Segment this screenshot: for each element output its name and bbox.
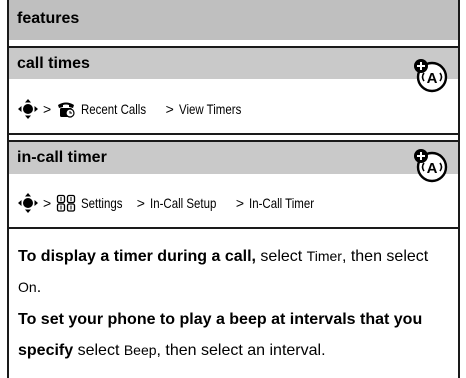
network-feature-icon: A bbox=[414, 149, 448, 183]
path-separator: > bbox=[43, 195, 52, 211]
body-text: , then select an interval. bbox=[156, 342, 326, 359]
recent-calls-icon bbox=[58, 102, 75, 118]
table-header: features bbox=[9, 0, 458, 40]
body-text: select bbox=[255, 248, 307, 265]
header-title: features bbox=[17, 10, 80, 27]
section-divider bbox=[9, 133, 458, 135]
network-feature-icon: A bbox=[414, 59, 448, 93]
paragraph-display-timer: To display a timer during a call, select… bbox=[18, 241, 454, 303]
body-text: , then select bbox=[341, 248, 429, 265]
features-table: features call times A > Recent Calls > V… bbox=[7, 0, 460, 378]
section-title: call times bbox=[17, 55, 90, 72]
menu-option-beep: Beep bbox=[123, 342, 157, 358]
path-separator: > bbox=[165, 101, 174, 117]
path-item-in-call-timer: In-Call Timer bbox=[249, 195, 315, 211]
section-divider bbox=[9, 227, 458, 229]
menu-option-timer: Timer bbox=[306, 248, 342, 264]
path-separator: > bbox=[235, 195, 245, 211]
settings-icon bbox=[57, 194, 76, 212]
path-item-recent-calls: Recent Calls bbox=[81, 101, 147, 117]
lead-in: To display a timer during a call, bbox=[18, 248, 256, 265]
paragraph-beep-interval: To set your phone to play a beep at inte… bbox=[18, 305, 454, 366]
nav-key-icon bbox=[18, 193, 38, 213]
section-header-call-times: call times bbox=[9, 46, 458, 79]
body-text: . bbox=[36, 279, 42, 296]
menu-path: > Settings > In-Call Setup > In-Call Tim… bbox=[18, 193, 328, 213]
path-separator: > bbox=[136, 195, 145, 211]
path-item-in-call-setup: In-Call Setup bbox=[149, 195, 217, 211]
menu-path: > Recent Calls > View Timers bbox=[18, 99, 255, 119]
svg-text:A: A bbox=[427, 160, 438, 177]
path-item-view-timers: View Timers bbox=[178, 101, 242, 117]
menu-option-on: On bbox=[18, 279, 37, 295]
body-text: select bbox=[73, 342, 124, 359]
section-header-in-call-timer: in-call timer bbox=[9, 140, 458, 174]
svg-text:A: A bbox=[427, 70, 438, 87]
section-title: in-call timer bbox=[17, 149, 107, 166]
path-separator: > bbox=[43, 101, 52, 117]
nav-key-icon bbox=[18, 99, 38, 119]
path-item-settings: Settings bbox=[81, 195, 123, 211]
